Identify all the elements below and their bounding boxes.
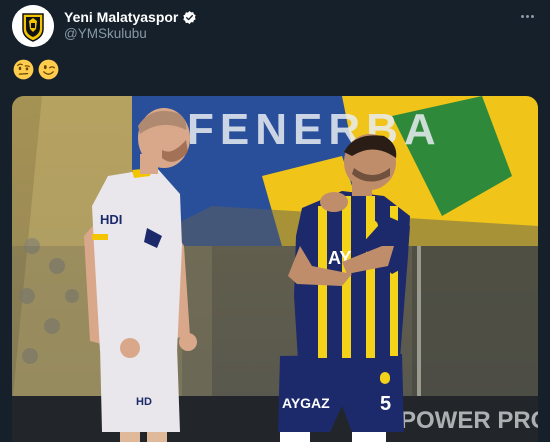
verified-badge-icon <box>183 10 197 24</box>
author-handle[interactable]: @YMSkulubu <box>64 26 147 41</box>
banner-text: FENERBA <box>187 105 442 154</box>
winking-face-emoji <box>38 59 59 80</box>
left-shirt-text: HDI <box>100 212 122 227</box>
face-with-raised-eyebrow-emoji <box>13 59 34 80</box>
tweet[interactable]: Yeni Malatyaspor @YMSkulubu FENERBA POWE… <box>0 0 550 442</box>
author-name[interactable]: Yeni Malatyaspor <box>64 9 178 25</box>
left-shorts-text: HD <box>136 396 152 408</box>
board-text: POWER PRO <box>400 407 538 434</box>
more-options-icon[interactable] <box>516 9 538 23</box>
right-shorts-number: 5 <box>380 393 391 415</box>
right-shorts-text: AYGAZ <box>282 395 330 411</box>
club-crest-icon <box>12 5 54 47</box>
tweet-media-photo[interactable]: FENERBA POWER PRO HD HDI AYGAZ 5 AY <box>12 96 538 442</box>
avatar[interactable] <box>12 5 54 47</box>
tweet-text <box>13 59 59 80</box>
